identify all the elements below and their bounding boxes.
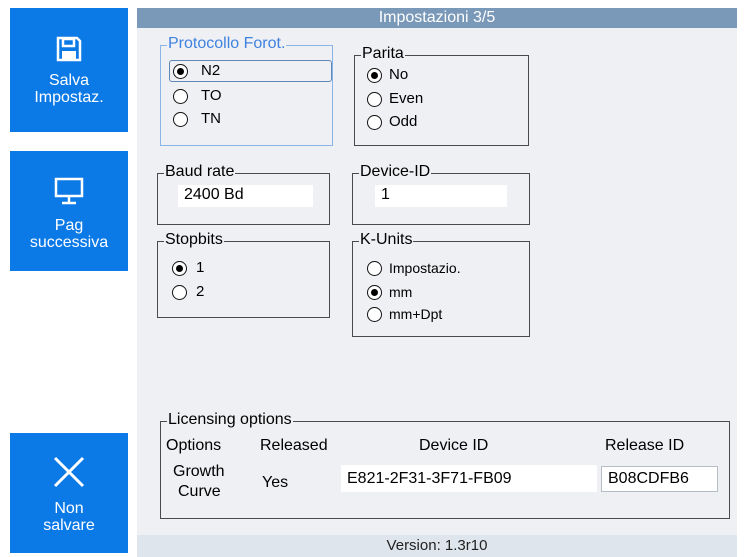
k-units-option-label: Impostazio. [389,260,461,276]
option-name-line1: Growth [173,463,225,480]
save-settings-label: Salva Impostaz. [34,72,104,106]
k-units-option-impostazio[interactable]: Impostazio. [367,259,517,277]
radio-button[interactable] [172,285,187,300]
close-icon [53,456,85,488]
version-label: Version: 1.3r10 [137,535,737,557]
licensing-legend: Licensing options [167,411,293,429]
radio-button[interactable] [367,261,382,276]
protocol-group: Protocollo Forot. N2 TO TN [160,35,333,146]
parity-option-label: No [389,66,409,83]
stopbits-option-2[interactable]: 2 [172,283,302,301]
header-options: Options [166,437,222,454]
option-name-line2: Curve [178,483,221,500]
next-page-label: Pag successiva [29,217,109,251]
baud-rate-group: Baud rate 2400 Bd [157,163,330,225]
protocol-option-to[interactable]: TO [173,87,323,105]
device-id-field[interactable]: 1 [375,185,507,207]
cancel-label: Non salvare [43,500,95,534]
parity-group: Parita No Even Odd [354,45,529,146]
licensing-group: Licensing options Options Released Devic… [160,411,730,519]
protocol-option-label: TO [201,87,222,104]
radio-button[interactable] [173,64,188,79]
radio-button[interactable] [367,285,382,300]
protocol-legend: Protocollo Forot. [167,35,287,53]
parity-legend: Parita [361,45,405,63]
page-title: Impostazioni 3/5 [137,8,737,28]
device-id-value: E821-2F31-3F71-FB09 [341,465,597,492]
k-units-group: K-Units Impostazio. mm mm+Dpt [352,231,530,337]
device-id-legend: Device-ID [359,163,432,181]
radio-button[interactable] [173,112,188,127]
monitor-icon [54,177,84,205]
parity-option-odd[interactable]: Odd [367,113,517,131]
protocol-option-tn[interactable]: TN [173,110,323,128]
cancel-button[interactable]: Non salvare [10,433,128,553]
baud-rate-field[interactable]: 2400 Bd [178,185,313,207]
radio-button[interactable] [367,115,382,130]
stopbits-group: Stopbits 1 2 [157,231,330,318]
radio-button[interactable] [367,307,382,322]
stopbits-legend: Stopbits [164,231,224,249]
k-units-option-label: mm [389,284,413,300]
radio-button[interactable] [172,261,187,276]
header-device-id: Device ID [419,437,489,454]
release-id-field[interactable]: B08CDFB6 [601,466,718,492]
device-id-group: Device-ID 1 [352,163,530,225]
stopbits-option-1[interactable]: 1 [172,259,302,277]
header-released: Released [260,437,328,454]
settings-panel: Impostazioni 3/5 Protocollo Forot. N2 TO… [137,8,737,557]
protocol-option-n2[interactable]: N2 [173,62,323,80]
header-release-id: Release ID [605,437,685,454]
stopbits-option-label: 1 [196,259,205,276]
protocol-option-label: N2 [201,62,221,79]
k-units-option-label: mm+Dpt [389,306,443,322]
parity-option-even[interactable]: Even [367,90,517,108]
save-settings-button[interactable]: Salva Impostaz. [10,8,128,132]
radio-button[interactable] [367,68,382,83]
parity-option-no[interactable]: No [367,66,517,84]
k-units-legend: K-Units [359,231,414,249]
radio-button[interactable] [367,92,382,107]
protocol-option-label: TN [201,110,221,127]
baud-rate-legend: Baud rate [164,163,236,181]
k-units-option-mm[interactable]: mm [367,283,517,301]
released-value: Yes [262,474,289,491]
k-units-option-mm-dpt[interactable]: mm+Dpt [367,305,517,323]
next-page-button[interactable]: Pag successiva [10,151,128,271]
floppy-disk-icon [56,36,82,62]
radio-button[interactable] [173,89,188,104]
parity-option-label: Odd [389,113,418,130]
stopbits-option-label: 2 [196,283,205,300]
parity-option-label: Even [389,90,424,107]
